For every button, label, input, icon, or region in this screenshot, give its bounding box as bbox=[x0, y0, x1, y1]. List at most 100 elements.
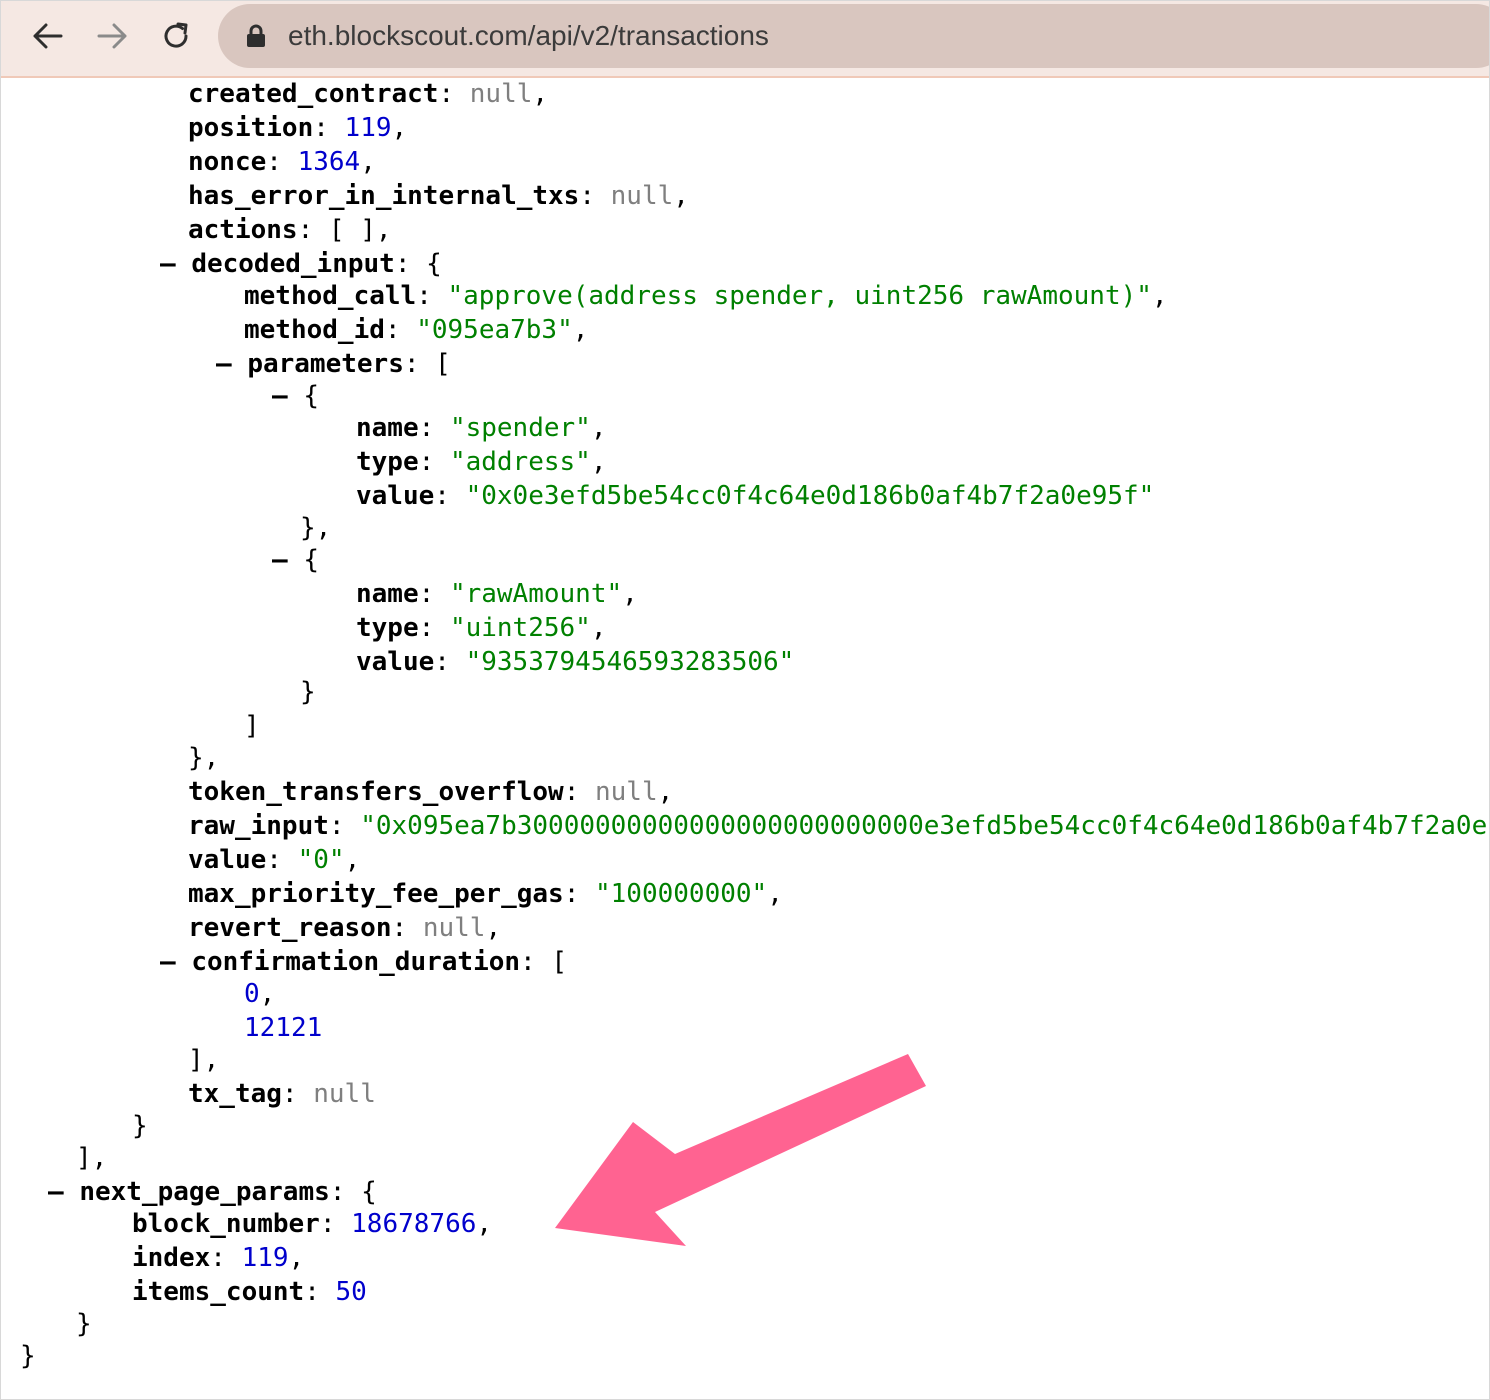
json-key: value bbox=[356, 481, 435, 511]
json-bracket: ], bbox=[76, 1143, 108, 1173]
json-key: raw_input bbox=[188, 811, 329, 841]
json-value: "uint256" bbox=[449, 613, 591, 643]
json-value: "0x0e3efd5be54cc0f4c64e0d186b0af4b7f2a0e… bbox=[465, 481, 1155, 511]
json-key: type bbox=[356, 447, 419, 477]
json-value: "100000000" bbox=[595, 879, 768, 909]
json-key: created_contract bbox=[188, 79, 439, 109]
json-punct: , bbox=[476, 1209, 493, 1239]
json-punct: , bbox=[360, 147, 376, 177]
json-bracket: { bbox=[303, 545, 319, 575]
json-line: type: "address", bbox=[356, 447, 607, 477]
collapse-toggle[interactable]: – bbox=[160, 947, 176, 977]
json-punct: , bbox=[590, 613, 607, 643]
collapse-toggle[interactable]: – bbox=[48, 1177, 64, 1207]
back-arrow-icon[interactable] bbox=[26, 14, 70, 58]
json-line: actions: [ ], bbox=[188, 215, 392, 245]
collapse-toggle[interactable]: – bbox=[272, 381, 288, 411]
json-line: name: "spender", bbox=[356, 413, 607, 443]
json-value: 18678766 bbox=[351, 1209, 477, 1239]
json-line: – parameters: [ bbox=[216, 349, 451, 379]
json-line: } bbox=[300, 676, 316, 708]
json-key: position bbox=[188, 113, 314, 143]
json-line: has_error_in_internal_txs: null, bbox=[188, 181, 689, 211]
json-punct: , bbox=[1151, 281, 1168, 311]
json-value: "approve(address spender, uint256 rawAmo… bbox=[447, 281, 1152, 311]
browser-toolbar: eth.blockscout.com/api/v2/transactions bbox=[0, 0, 1490, 78]
json-key: next_page_params bbox=[79, 1177, 330, 1207]
json-key: method_call bbox=[244, 281, 417, 311]
json-line: index: 119, bbox=[132, 1243, 305, 1273]
json-key: decoded_input bbox=[191, 249, 395, 279]
json-punct: , bbox=[375, 215, 392, 245]
json-line: } bbox=[132, 1110, 148, 1142]
json-punct: , bbox=[657, 777, 674, 807]
json-line: max_priority_fee_per_gas: "100000000", bbox=[188, 879, 783, 909]
json-line: method_id: "095ea7b3", bbox=[244, 315, 589, 345]
json-line: value: "9353794546593283506" bbox=[356, 647, 795, 677]
json-value: 119 bbox=[241, 1243, 289, 1273]
json-key: block_number bbox=[132, 1209, 320, 1239]
json-key: confirmation_duration bbox=[191, 947, 521, 977]
json-line: method_call: "approve(address spender, u… bbox=[244, 281, 1168, 311]
json-punct: , bbox=[485, 913, 502, 943]
url-text[interactable]: eth.blockscout.com/api/v2/transactions bbox=[288, 20, 769, 52]
json-punct: , bbox=[391, 113, 408, 143]
json-line: } bbox=[76, 1308, 92, 1340]
json-key: value bbox=[188, 845, 267, 875]
json-value: "0" bbox=[297, 845, 345, 875]
json-key: items_count bbox=[132, 1277, 305, 1307]
json-value: 1364 bbox=[297, 147, 361, 177]
forward-arrow-icon[interactable] bbox=[90, 14, 134, 58]
json-line: 0, bbox=[244, 978, 275, 1010]
json-value: "9353794546593283506" bbox=[465, 647, 795, 677]
json-bracket: } bbox=[300, 677, 316, 707]
json-key: nonce bbox=[188, 147, 267, 177]
json-value: null bbox=[610, 181, 674, 211]
json-line: raw_input: "0x095ea7b3000000000000000000… bbox=[188, 811, 1488, 841]
json-key: tx_tag bbox=[188, 1079, 282, 1109]
json-punct: , bbox=[622, 579, 638, 609]
json-punct: , bbox=[532, 79, 549, 109]
collapse-toggle[interactable]: – bbox=[272, 545, 288, 575]
json-value: "rawAmount" bbox=[449, 579, 623, 609]
json-line: 12121 bbox=[244, 1012, 322, 1044]
lock-icon[interactable] bbox=[246, 24, 266, 53]
collapse-toggle[interactable]: – bbox=[216, 349, 232, 379]
json-bracket: }, bbox=[188, 743, 220, 773]
json-key: token_transfers_overflow bbox=[188, 777, 564, 807]
json-line: revert_reason: null, bbox=[188, 913, 502, 943]
json-punct: , bbox=[767, 879, 783, 909]
json-bracket: } bbox=[76, 1309, 92, 1339]
json-value: 119 bbox=[344, 113, 392, 143]
json-bracket: } bbox=[20, 1341, 36, 1371]
address-bar[interactable]: eth.blockscout.com/api/v2/transactions bbox=[218, 4, 1490, 68]
json-line: value: "0x0e3efd5be54cc0f4c64e0d186b0af4… bbox=[356, 481, 1155, 511]
json-punct: , bbox=[590, 413, 607, 443]
json-line: created_contract: null, bbox=[188, 79, 549, 109]
json-value: "address" bbox=[449, 447, 591, 477]
json-line: value: "0", bbox=[188, 845, 361, 875]
json-line: – decoded_input: { bbox=[160, 249, 442, 279]
json-punct: , bbox=[288, 1243, 305, 1273]
json-bracket: [ ] bbox=[328, 215, 376, 245]
json-line: ], bbox=[76, 1142, 107, 1174]
json-bracket: [ bbox=[551, 947, 568, 977]
collapse-toggle[interactable]: – bbox=[160, 249, 176, 279]
json-key: method_id bbox=[244, 315, 385, 345]
json-value: null bbox=[595, 777, 658, 807]
json-line: – { bbox=[272, 544, 319, 576]
json-punct: , bbox=[590, 447, 607, 477]
json-key: max_priority_fee_per_gas bbox=[188, 879, 564, 909]
json-key: parameters bbox=[247, 349, 404, 379]
json-value: null bbox=[469, 79, 533, 109]
json-key: name bbox=[356, 579, 419, 609]
json-line: nonce: 1364, bbox=[188, 147, 376, 177]
reload-icon[interactable] bbox=[154, 14, 198, 58]
json-line: }, bbox=[300, 512, 331, 544]
json-value: null bbox=[313, 1079, 376, 1109]
json-line: token_transfers_overflow: null, bbox=[188, 777, 674, 807]
json-bracket: { bbox=[303, 381, 319, 411]
json-key: index bbox=[132, 1243, 211, 1273]
json-punct: , bbox=[673, 181, 689, 211]
json-line: items_count: 50 bbox=[132, 1277, 367, 1307]
